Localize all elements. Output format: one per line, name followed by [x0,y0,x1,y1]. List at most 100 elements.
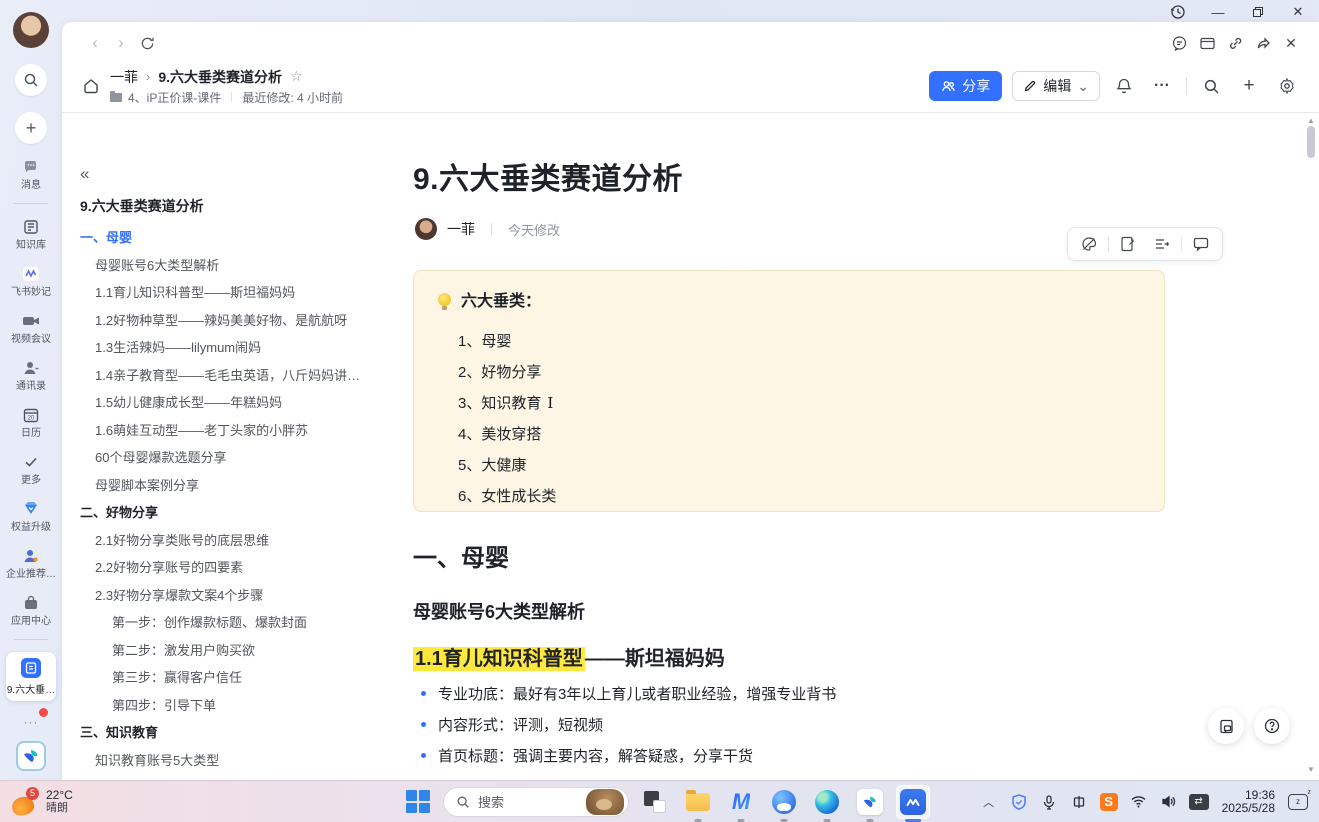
sidebar-item-appcenter[interactable]: 应用中心 [2,593,60,627]
catalog-icon[interactable] [1145,231,1179,257]
sidebar-item-minutes[interactable]: 飞书妙记 [2,264,60,298]
user-avatar[interactable] [13,12,49,48]
quark-browser-button[interactable] [767,785,801,819]
sogou-input-icon[interactable]: S [1096,789,1122,815]
outline-item[interactable]: 三、知识教育 [62,718,364,746]
restore-button[interactable] [1249,3,1267,21]
theme-palette-icon[interactable] [1072,231,1106,257]
sidebar-layout-icon[interactable] [1193,30,1221,56]
sidebar-item-contacts[interactable]: 通讯录 [2,358,60,392]
feishu-app-button[interactable] [853,785,887,819]
scroll-down-icon[interactable]: ▼ [1307,765,1315,774]
outline-item[interactable]: 母婴脚本案例分享 [62,471,364,499]
sidebar-item-upgrade[interactable]: 权益升级 [2,499,60,533]
copy-link-icon[interactable] [1221,30,1249,56]
wifi-icon[interactable] [1126,789,1152,815]
outline-item[interactable]: 1.6萌娃互动型——老丁头家的小胖苏 [62,416,364,444]
breadcrumb-title[interactable]: 9.六大垂类赛道分析 [158,67,282,87]
share-forward-icon[interactable] [1249,30,1277,56]
home-icon[interactable] [82,77,100,95]
taskbar-search[interactable]: 搜索 [443,787,629,817]
input-switch-icon[interactable]: ⇄ [1186,789,1212,815]
taskbar-clock[interactable]: 19:36 2025/5/28 [1216,789,1281,815]
outline-item[interactable]: 第二步：激发用户购买欲 [62,636,364,664]
more-options-button[interactable]: ··· [1148,72,1176,100]
outline-item[interactable]: 第四步：引导下单 [62,691,364,719]
sidebar-more-apps-button[interactable]: ··· [16,711,46,733]
author-avatar[interactable] [415,218,437,240]
create-button[interactable]: + [15,112,47,144]
scrollbar-thumb[interactable] [1307,126,1315,158]
sidebar-item-messages[interactable]: 消息 [2,157,60,191]
active-doc-app-button[interactable] [896,785,930,819]
comment-icon[interactable] [1184,231,1218,257]
forward-button[interactable]: › [108,30,134,56]
minutes-icon [21,264,41,284]
outline-item[interactable]: 一、母婴 [62,223,364,251]
microphone-icon[interactable] [1036,789,1062,815]
tray-chevron-icon[interactable]: ︿ [976,789,1002,815]
callout-block[interactable]: 六大垂类： 1、母婴 2、好物分享 3、知识教育I 4、美妆穿搭 5、大健康 6… [413,270,1165,512]
help-icon[interactable] [1254,708,1290,744]
outline-doc-title[interactable]: 9.六大垂类赛道分析 [80,196,204,216]
edge-browser-button[interactable] [810,785,844,819]
sidebar-item-meetings[interactable]: 视频会议 [2,311,60,345]
outline-item[interactable]: 二、好物分享 [62,498,364,526]
start-button[interactable] [400,785,434,819]
close-window-button[interactable]: ✕ [1289,3,1307,21]
notification-center-icon[interactable]: zz [1285,789,1311,815]
doc-content: 9.六大垂类赛道分析 一菲 今天修改 [413,112,1173,780]
sidebar-item-calendar[interactable]: 20 日历 [2,405,60,439]
ime-mode-icon[interactable] [1066,789,1092,815]
outline-item[interactable]: 第一步：创作爆款标题、爆款封面 [62,608,364,636]
sidebar-item-referral[interactable]: 企业推荐… [2,546,60,580]
edit-button[interactable]: 编辑 ⌄ [1012,71,1100,101]
task-view-button[interactable] [638,785,672,819]
search-in-doc-icon[interactable] [1197,72,1225,100]
feishu-logo[interactable] [16,741,46,771]
breadcrumb-parent[interactable]: 一菲 [110,67,138,87]
star-icon[interactable]: ☆ [290,68,303,85]
outline-item[interactable]: 2.3好物分享爆款文案4个步骤 [62,581,364,609]
page-title[interactable]: 9.六大垂类赛道分析 [413,154,683,198]
settings-gear-icon[interactable] [1273,72,1301,100]
callout-item: 4、美妆穿搭 [458,418,1142,449]
minimize-button[interactable]: — [1209,3,1227,21]
outline-item[interactable]: 第三步：赢得客户信任 [62,663,364,691]
volume-icon[interactable] [1156,789,1182,815]
collapse-outline-icon[interactable]: « [80,164,89,184]
outline-item[interactable]: 60个母婴爆款选题分享 [62,443,364,471]
author-name[interactable]: 一菲 [447,219,475,239]
outline-item[interactable]: 1.4亲子教育型——毛毛虫英语，八斤妈妈讲… [62,361,364,389]
sidebar-item-open-doc[interactable]: 9.六大垂… [6,652,56,701]
new-doc-button[interactable]: + [1235,72,1263,100]
outline-item[interactable]: 2.1好物分享类账号的底层思维 [62,526,364,554]
outline-item[interactable]: 母婴账号6大类型解析 [62,251,364,279]
outline-item[interactable]: 1.5幼儿健康成长型——年糕妈妈 [62,388,364,416]
outline-item[interactable]: 2.2好物分享账号的四要素 [62,553,364,581]
file-explorer-button[interactable] [681,785,715,819]
back-button[interactable]: ‹ [82,30,108,56]
doc-link-icon[interactable] [1111,231,1145,257]
notifications-bell-icon[interactable] [1110,72,1138,100]
search-button[interactable] [15,64,47,96]
weather-widget[interactable]: 5 22°C 晴朗 [0,789,73,815]
reading-mode-icon[interactable] [1208,708,1244,744]
scrollbar[interactable]: ▲ ▼ [1305,112,1317,780]
security-shield-icon[interactable] [1006,789,1032,815]
scroll-up-icon[interactable]: ▲ [1307,116,1315,125]
history-icon[interactable] [1169,3,1187,21]
share-button[interactable]: 分享 [929,71,1002,101]
sidebar-item-wiki[interactable]: 知识库 [2,217,60,251]
m-app-button[interactable]: M [724,785,758,819]
outline-item[interactable]: 1.3生活辣妈——lilymum闹妈 [62,333,364,361]
comments-icon[interactable] [1165,30,1193,56]
folder-path[interactable]: 4、iP正价课-课件 [128,89,221,106]
divider [231,92,232,102]
outline-item[interactable]: 1.1育儿知识科普型——斯坦福妈妈 [62,278,364,306]
outline-item[interactable]: 知识教育账号5大类型 [62,746,364,774]
sidebar-item-more[interactable]: 更多 [2,452,60,486]
close-tab-icon[interactable]: ✕ [1277,30,1305,56]
outline-item[interactable]: 1.2好物种草型——辣妈美美好物、是航航呀 [62,306,364,334]
refresh-button[interactable] [134,30,160,56]
